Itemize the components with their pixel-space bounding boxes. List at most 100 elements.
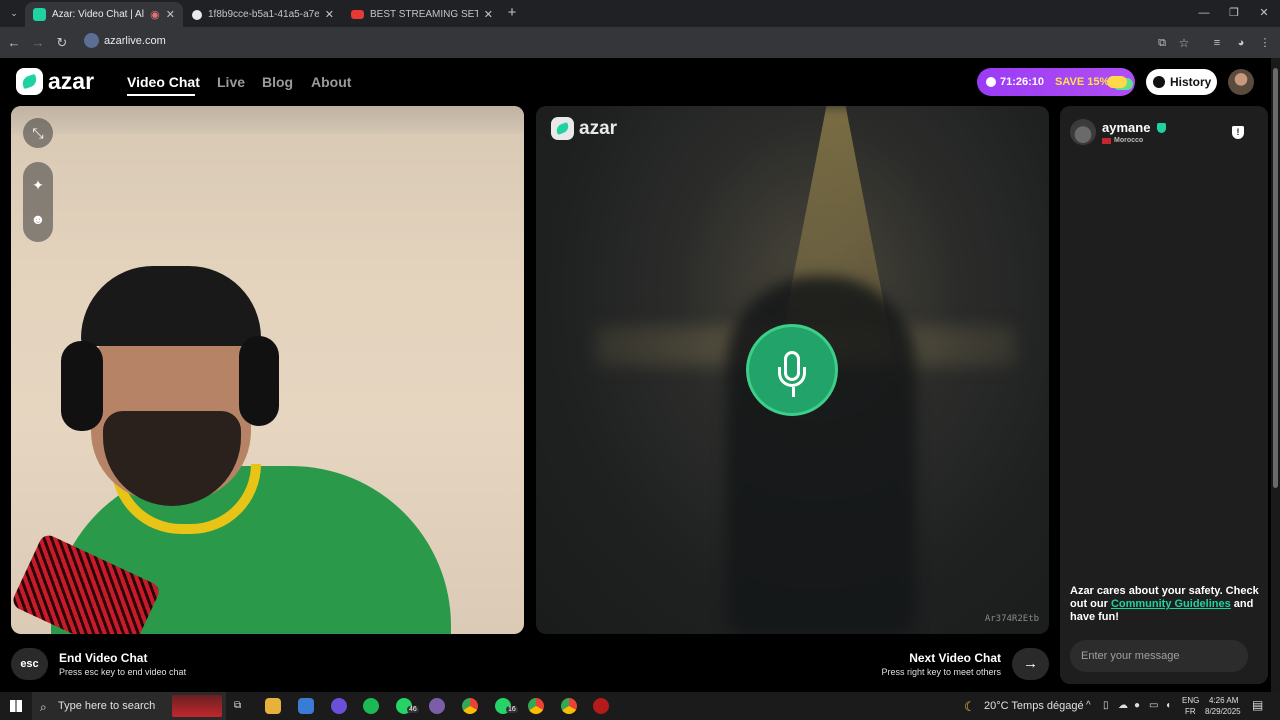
end-chat-button[interactable]: esc bbox=[11, 648, 48, 680]
app-circle-icon[interactable] bbox=[331, 698, 347, 714]
nav-live[interactable]: Live bbox=[217, 74, 245, 90]
notifications-icon[interactable]: ▤ bbox=[1252, 698, 1263, 712]
face-filter-icon[interactable]: ☻ bbox=[23, 204, 53, 234]
close-tab-icon[interactable]: ✕ bbox=[325, 8, 334, 21]
tab-search-icon[interactable]: ⌄ bbox=[4, 3, 24, 23]
end-chat-hint: Press esc key to end video chat bbox=[59, 667, 187, 677]
discord-icon[interactable] bbox=[429, 698, 445, 714]
nav-about[interactable]: About bbox=[311, 74, 351, 90]
headset-right bbox=[239, 336, 279, 426]
clock-time[interactable]: 4:26 AM bbox=[1209, 696, 1238, 705]
task-view-icon[interactable]: ⧉ bbox=[234, 700, 241, 711]
site-info-icon[interactable] bbox=[84, 33, 99, 48]
remote-video: azar Ar374R2Etb bbox=[536, 106, 1049, 634]
new-tab-icon[interactable]: + bbox=[502, 3, 522, 23]
address-bar: ← → ↻ azarlive.com ⧉ ☆ ≡ ◕ ⋮ bbox=[0, 27, 1280, 58]
page-scrollbar[interactable] bbox=[1271, 58, 1280, 692]
clock-date[interactable]: 8/29/2025 bbox=[1205, 707, 1241, 716]
url-field[interactable] bbox=[80, 30, 1200, 54]
chrome-active-icon[interactable] bbox=[528, 698, 544, 714]
search-icon: ⌕ bbox=[40, 700, 47, 714]
microphone-icon[interactable] bbox=[746, 324, 838, 416]
history-label: History bbox=[1170, 75, 1212, 89]
spotify-icon[interactable] bbox=[363, 698, 379, 714]
verified-shield-icon bbox=[1157, 123, 1166, 133]
history-icon bbox=[1153, 76, 1165, 88]
forward-icon[interactable]: → bbox=[28, 33, 48, 53]
language-bottom[interactable]: FR bbox=[1185, 707, 1196, 716]
morocco-flag-icon bbox=[1102, 138, 1111, 144]
store-icon[interactable] bbox=[298, 698, 314, 714]
clock-icon bbox=[986, 77, 996, 87]
next-chat-arrow-icon[interactable]: → bbox=[1012, 648, 1049, 680]
close-tab-icon[interactable]: ✕ bbox=[484, 8, 493, 21]
chrome-profile-icon[interactable] bbox=[561, 698, 577, 714]
azar-logo-icon bbox=[16, 68, 43, 95]
youtube-icon bbox=[351, 10, 364, 19]
chat-panel: aymane Morocco ! Azar cares about your s… bbox=[1060, 106, 1268, 684]
minimize-video-icon[interactable]: ⤡ bbox=[23, 118, 53, 148]
nav-video-chat[interactable]: Video Chat bbox=[127, 74, 200, 90]
whatsapp-badge: 46 bbox=[407, 706, 419, 713]
remote-person-blur bbox=[726, 276, 916, 634]
tab-youtube[interactable]: BEST STREAMING SETTINGS FO ✕ bbox=[343, 2, 501, 27]
report-icon[interactable]: ! bbox=[1232, 126, 1244, 139]
back-icon[interactable]: ← bbox=[4, 33, 24, 53]
tab-title: BEST STREAMING SETTINGS FO bbox=[370, 9, 478, 20]
weather-text[interactable]: 20°C Temps dégagé bbox=[984, 700, 1084, 712]
tray-volume-icon[interactable]: ◖ bbox=[1165, 700, 1171, 711]
remote-logo-text: azar bbox=[579, 117, 618, 139]
close-window-icon[interactable]: ✕ bbox=[1254, 3, 1274, 23]
logo-text: azar bbox=[48, 68, 95, 94]
tray-chevron-icon[interactable]: ^ bbox=[1086, 700, 1091, 711]
scrollbar-thumb[interactable] bbox=[1273, 68, 1278, 488]
next-chat-hint: Press right key to meet others bbox=[881, 667, 1001, 677]
promo-button[interactable]: 71:26:10 SAVE 15% bbox=[977, 68, 1135, 96]
tray-cloud-icon[interactable]: ☁ bbox=[1118, 700, 1128, 711]
restore-icon[interactable]: ❐ bbox=[1224, 3, 1244, 23]
wall-molding bbox=[11, 106, 524, 134]
tab-azar[interactable]: Azar: Video Chat | Alternati ◉ ✕ bbox=[25, 2, 183, 27]
nav-active-underline bbox=[127, 94, 195, 96]
minimize-icon[interactable]: — bbox=[1194, 3, 1214, 23]
coins-icon bbox=[1107, 76, 1127, 88]
tray-mic-icon[interactable]: ● bbox=[1134, 700, 1140, 711]
tray-network-icon[interactable]: ▭ bbox=[1149, 700, 1158, 711]
promo-timer: 71:26:10 bbox=[1000, 76, 1045, 88]
tab-title: 1f8b9cce-b5a1-41a5-a7e5-4ac bbox=[208, 9, 319, 20]
obs-icon[interactable] bbox=[593, 698, 609, 714]
user-avatar[interactable] bbox=[1228, 69, 1254, 95]
cast-icon[interactable]: ⧉ bbox=[1152, 33, 1172, 53]
community-guidelines-link[interactable]: Community Guidelines bbox=[1111, 598, 1231, 610]
globe-icon bbox=[192, 9, 202, 20]
moon-weather-icon: ☾ bbox=[964, 699, 976, 714]
language-top[interactable]: ENG bbox=[1182, 696, 1199, 705]
tab-title: Azar: Video Chat | Alternati bbox=[52, 9, 144, 20]
azar-favicon-icon bbox=[33, 8, 46, 21]
menu-dots-icon[interactable]: ⋮ bbox=[1255, 33, 1275, 53]
nav-blog[interactable]: Blog bbox=[262, 74, 293, 90]
remote-user-id: Ar374R2Etb bbox=[984, 614, 1039, 624]
partner-name: aymane bbox=[1102, 120, 1151, 135]
taskbar-search-text: Type here to search bbox=[58, 700, 156, 712]
close-tab-icon[interactable]: ✕ bbox=[166, 8, 175, 21]
url-text: azarlive.com bbox=[104, 35, 166, 47]
tab-guid[interactable]: 1f8b9cce-b5a1-41a5-a7e5-4ac ✕ bbox=[184, 2, 342, 27]
tray-device-icon[interactable]: ▯ bbox=[1103, 700, 1109, 711]
partner-avatar[interactable] bbox=[1070, 119, 1096, 145]
windows-start-icon[interactable] bbox=[10, 700, 22, 712]
local-video: ⤡ ✦ ☻ bbox=[11, 106, 524, 634]
reading-list-icon[interactable]: ≡ bbox=[1207, 33, 1227, 53]
reload-icon[interactable]: ↻ bbox=[52, 33, 72, 53]
chrome-icon[interactable] bbox=[462, 698, 478, 714]
search-highlight-image[interactable] bbox=[172, 695, 222, 717]
remote-watermark-logo: azar bbox=[551, 117, 617, 140]
azar-page: azar Video Chat Live Blog About 71:26:10… bbox=[0, 58, 1280, 692]
bookmark-star-icon[interactable]: ☆ bbox=[1174, 33, 1194, 53]
profile-icon[interactable]: ◕ bbox=[1231, 33, 1251, 53]
history-button[interactable]: History bbox=[1146, 69, 1217, 95]
file-explorer-icon[interactable] bbox=[265, 698, 281, 714]
message-input[interactable] bbox=[1070, 640, 1248, 672]
azar-logo[interactable]: azar bbox=[16, 68, 94, 95]
effects-sparkle-icon[interactable]: ✦ bbox=[23, 170, 53, 200]
